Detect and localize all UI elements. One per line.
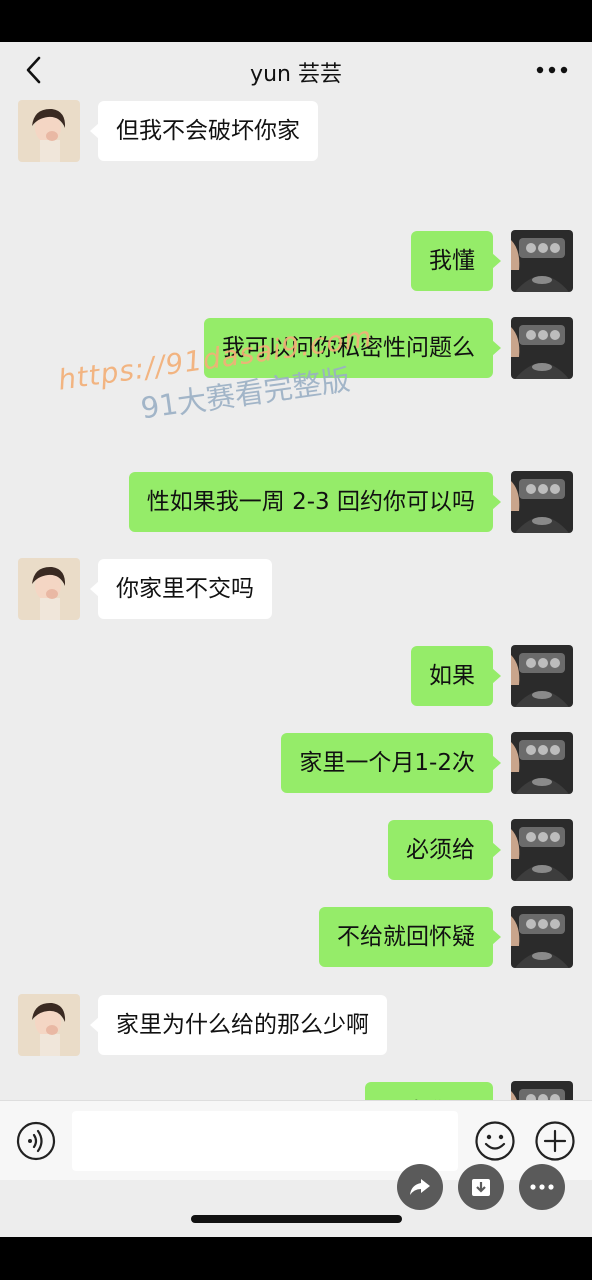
voice-icon (16, 1121, 56, 1161)
emoji-icon (475, 1121, 515, 1161)
message-row: 你家里不交吗 (0, 558, 592, 620)
share-icon (410, 1179, 430, 1195)
contact-avatar[interactable] (18, 558, 80, 620)
message-bubble[interactable]: 家里一个月1-2次 (281, 733, 501, 793)
message-bubble[interactable]: 不给就回怀疑 (319, 907, 501, 967)
car-dashboard-avatar-image (511, 230, 573, 292)
message-bubble[interactable]: 我可以问你私密性问题么 (204, 318, 501, 378)
plus-icon (535, 1121, 575, 1161)
message-bubble[interactable]: 你家里不交吗 (90, 559, 272, 619)
car-dashboard-avatar-image (511, 906, 573, 968)
message-bubble[interactable]: 性如果我一周 2-3 回约你可以吗 (128, 472, 502, 532)
contact-avatar[interactable] (18, 100, 80, 162)
woman-avatar-image (18, 994, 80, 1056)
message-bubble[interactable]: 如果 (411, 646, 501, 706)
my-avatar[interactable] (511, 230, 573, 292)
car-dashboard-avatar-image (511, 732, 573, 794)
contact-avatar[interactable] (18, 994, 80, 1056)
chat-header: yun 芸芸 (0, 42, 592, 102)
chat-title: yun 芸芸 (250, 62, 342, 87)
more-dots-icon (536, 66, 568, 74)
message-row: 家里一个月1-2次 (0, 732, 592, 794)
share-button[interactable] (397, 1164, 443, 1210)
message-row: 不给就回怀疑 (0, 906, 592, 968)
input-bar (0, 1100, 592, 1180)
message-bubble[interactable]: 家里为什么给的那么少啊 (90, 995, 387, 1055)
message-row: 必须给 (0, 819, 592, 881)
woman-avatar-image (18, 100, 80, 162)
my-avatar[interactable] (511, 819, 573, 881)
my-avatar[interactable] (511, 906, 573, 968)
car-dashboard-avatar-image (511, 645, 573, 707)
message-row: 我懂 (0, 230, 592, 292)
more-actions-button[interactable] (519, 1164, 565, 1210)
message-row: 我可以问你私密性问题么 (0, 317, 592, 379)
my-avatar[interactable] (511, 471, 573, 533)
message-row: 性如果我一周 2-3 回约你可以吗 (0, 471, 592, 533)
message-input[interactable] (72, 1111, 458, 1171)
my-avatar[interactable] (511, 317, 573, 379)
my-avatar[interactable] (511, 1081, 573, 1100)
message-list[interactable]: 但我不会破坏你家 我懂 我可以问你私密性问题么 性如果我一周 2-3 回约你可以… (0, 98, 592, 1100)
message-row: 因为你啊 (0, 1081, 592, 1100)
download-icon (472, 1179, 490, 1196)
more-options-button[interactable] (532, 54, 572, 86)
more-icon (530, 1184, 554, 1190)
message-bubble[interactable]: 必须给 (388, 820, 501, 880)
car-dashboard-avatar-image (511, 471, 573, 533)
woman-avatar-image (18, 558, 80, 620)
message-row: 如果 (0, 645, 592, 707)
car-dashboard-avatar-image (511, 317, 573, 379)
message-bubble[interactable]: 我懂 (411, 231, 501, 291)
more-functions-button[interactable] (534, 1120, 576, 1162)
message-row: 但我不会破坏你家 (0, 100, 592, 162)
voice-button[interactable] (16, 1121, 56, 1161)
emoji-button[interactable] (474, 1120, 516, 1162)
car-dashboard-avatar-image (511, 1081, 573, 1100)
save-button[interactable] (458, 1164, 504, 1210)
chat-screen: yun 芸芸 但我不会破坏你家 我懂 我可以问你私密性问题么 性如果我一周 2-… (0, 42, 592, 1237)
my-avatar[interactable] (511, 732, 573, 794)
message-bubble[interactable]: 因为你啊 (365, 1082, 493, 1100)
message-bubble[interactable]: 但我不会破坏你家 (90, 101, 318, 161)
my-avatar[interactable] (511, 645, 573, 707)
car-dashboard-avatar-image (511, 819, 573, 881)
message-row: 家里为什么给的那么少啊 (0, 994, 592, 1056)
home-indicator[interactable] (191, 1215, 402, 1223)
